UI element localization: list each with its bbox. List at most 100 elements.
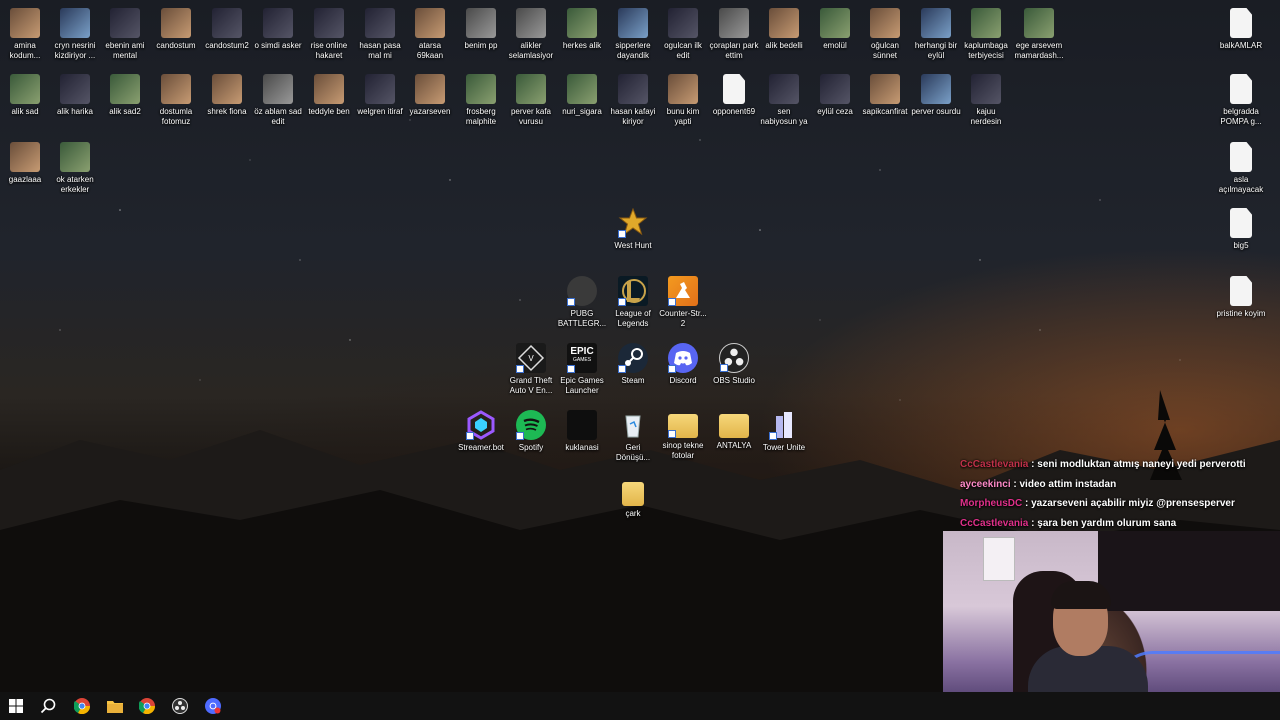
epic-games-shortcut[interactable]: EPIC GAMES Epic Games Launcher: [557, 343, 607, 396]
sinop-folder[interactable]: sinop tekne fotolar: [658, 410, 708, 461]
desktop-file-icon[interactable]: sen nabiyosun ya: [759, 74, 809, 127]
west-hunt-shortcut[interactable]: West Hunt: [608, 207, 658, 251]
desktop-file-icon[interactable]: alik sad: [0, 74, 50, 117]
discord-shortcut[interactable]: Discord: [658, 343, 708, 386]
antalya-folder[interactable]: ANTALYA: [709, 410, 759, 451]
desktop-file-icon[interactable]: sapikcanfirat: [860, 74, 910, 117]
taskbar-chrome[interactable]: [68, 694, 96, 718]
document-icon: [1230, 8, 1252, 38]
desktop-file-icon[interactable]: candostum2: [202, 8, 252, 51]
taskbar-obs[interactable]: [166, 694, 194, 718]
image-thumbnail-icon: [719, 8, 749, 38]
desktop-file-icon[interactable]: ege arsevem mamardash...: [1013, 8, 1065, 61]
desktop-icon-label: çorapları park ettim: [709, 41, 759, 60]
image-thumbnail-icon: [618, 8, 648, 38]
desktop-file-icon[interactable]: sipperlere dayandik: [608, 8, 658, 61]
desktop-file-icon[interactable]: benim pp: [456, 8, 506, 51]
desktop-icon-label: alik sad: [11, 107, 39, 116]
desktop-icon-label: sipperlere dayandik: [615, 41, 651, 60]
desktop-file-icon[interactable]: kajuu nerdesin: [961, 74, 1011, 127]
recycle-bin-icon: [618, 410, 648, 440]
kuklanasi-shortcut[interactable]: kuklanasi: [557, 410, 607, 453]
desktop-icon-label: candostum: [156, 41, 196, 50]
gta-v-shortcut[interactable]: V Grand Theft Auto V En...: [506, 343, 556, 396]
desktop-file-icon[interactable]: belgradda POMPA g...: [1216, 74, 1266, 127]
desktop-icon-label: Discord: [669, 376, 697, 385]
desktop-file-icon[interactable]: bunu kim yapti: [658, 74, 708, 127]
desktop-file-icon[interactable]: hasan pasa mal mi: [355, 8, 405, 61]
video-thumbnail-icon: [921, 74, 951, 104]
steam-shortcut[interactable]: Steam: [608, 343, 658, 386]
desktop-file-icon[interactable]: herkes alik: [557, 8, 607, 51]
desktop-file-icon[interactable]: atarsa 69kaan: [405, 8, 455, 61]
desktop-file-icon[interactable]: alikler selamlasiyor: [506, 8, 556, 61]
desktop-file-icon[interactable]: ebenin ami mental: [100, 8, 150, 61]
desktop-file-icon[interactable]: alik bedelli: [759, 8, 809, 51]
desktop-file-icon[interactable]: emolül: [810, 8, 860, 51]
league-of-legends-shortcut[interactable]: League of Legends: [608, 276, 658, 329]
desktop-file-icon[interactable]: dostumla fotomuz: [151, 74, 201, 127]
desktop-file-icon[interactable]: yazarseven: [405, 74, 455, 117]
desktop-icon-label: oğulcan sünnet: [870, 41, 900, 60]
image-thumbnail-icon: [769, 8, 799, 38]
desktop-file-icon[interactable]: pristine koyim: [1216, 276, 1266, 319]
desktop-file-icon[interactable]: öz ablam sad edit: [253, 74, 303, 127]
counter-strike-shortcut[interactable]: Counter-Str... 2: [658, 276, 708, 329]
desktop-icon-label: welgren itiraf: [357, 107, 403, 116]
chat-message: ayceekinci : video attim instadan: [960, 475, 1280, 495]
taskbar-file-explorer[interactable]: [101, 694, 129, 718]
desktop-file-icon[interactable]: oğulcan sünnet: [860, 8, 910, 61]
tower-unite-shortcut[interactable]: Tower Unite: [759, 410, 809, 453]
image-thumbnail-icon: [161, 8, 191, 38]
desktop-file-icon[interactable]: alik sad2: [100, 74, 150, 117]
desktop-file-icon[interactable]: eylül ceza: [810, 74, 860, 117]
spotify-shortcut[interactable]: Spotify: [506, 410, 556, 453]
desktop-file-icon[interactable]: balkAMLAR: [1216, 8, 1266, 51]
chat-separator: :: [1028, 459, 1038, 470]
start-button[interactable]: [2, 694, 30, 718]
desktop-file-icon[interactable]: hasan kafayi kiriyor: [608, 74, 658, 127]
desktop-file-icon[interactable]: perver osurdu: [911, 74, 961, 117]
desktop-file-icon[interactable]: çorapları park ettim: [709, 8, 759, 61]
desktop-file-icon[interactable]: nuri_sigara: [557, 74, 607, 117]
desktop-file-icon[interactable]: opponent69: [709, 74, 759, 117]
search-icon: [40, 698, 56, 714]
league-logo-icon: [618, 276, 648, 306]
obs-studio-shortcut[interactable]: OBS Studio: [709, 343, 759, 386]
desktop-file-icon[interactable]: o simdi asker: [253, 8, 303, 51]
desktop-file-icon[interactable]: candostum: [151, 8, 201, 51]
desktop-file-icon[interactable]: big5: [1216, 208, 1266, 251]
webcam-poster: [983, 537, 1015, 581]
desktop-file-icon[interactable]: cryn nesrini kizdiriyor ...: [50, 8, 100, 61]
desktop-icon-label: OBS Studio: [713, 376, 755, 385]
search-button[interactable]: [34, 694, 62, 718]
pubg-shortcut[interactable]: PUBG BATTLEGR...: [557, 276, 607, 329]
document-icon: [1230, 208, 1252, 238]
desktop-file-icon[interactable]: alik harika: [50, 74, 100, 117]
desktop-file-icon[interactable]: welgren itiraf: [355, 74, 405, 117]
desktop-file-icon[interactable]: gaazlaaa: [0, 142, 50, 185]
desktop-icon-label: nuri_sigara: [562, 107, 602, 116]
taskbar-chrome-profile[interactable]: [133, 694, 161, 718]
obs-icon: [719, 343, 749, 373]
stream-chat-overlay: CcCastlevania : seni modluktan atmış nan…: [960, 455, 1280, 533]
desktop-file-icon[interactable]: frosberg malphite: [456, 74, 506, 127]
taskbar-chrome-active[interactable]: [199, 694, 227, 718]
desktop-file-icon[interactable]: amina kodum...: [0, 8, 50, 61]
chat-text: şara ben yardım olurum sana: [1037, 517, 1177, 529]
desktop-icon-label: herkes alik: [562, 41, 602, 50]
recycle-bin[interactable]: Geri Dönüşü...: [608, 410, 658, 463]
desktop-file-icon[interactable]: perver kafa vurusu: [506, 74, 556, 127]
cark-folder[interactable]: çark: [608, 478, 658, 519]
desktop-file-icon[interactable]: rise online hakaret: [304, 8, 354, 61]
desktop-file-icon[interactable]: herhangi bir eylül: [911, 8, 961, 61]
streamerbot-shortcut[interactable]: Streamer.bot: [456, 410, 506, 453]
image-thumbnail-icon: [516, 8, 546, 38]
desktop-file-icon[interactable]: kaplumbaga terbiyecisi: [961, 8, 1011, 61]
desktop-file-icon[interactable]: asla açılmayacak: [1216, 142, 1266, 195]
desktop-file-icon[interactable]: ok atarken erkekler: [50, 142, 100, 195]
video-thumbnail-icon: [263, 8, 293, 38]
desktop-file-icon[interactable]: ogulcan ilk edit: [658, 8, 708, 61]
desktop-file-icon[interactable]: teddyle ben: [304, 74, 354, 117]
desktop-file-icon[interactable]: shrek fiona: [202, 74, 252, 117]
